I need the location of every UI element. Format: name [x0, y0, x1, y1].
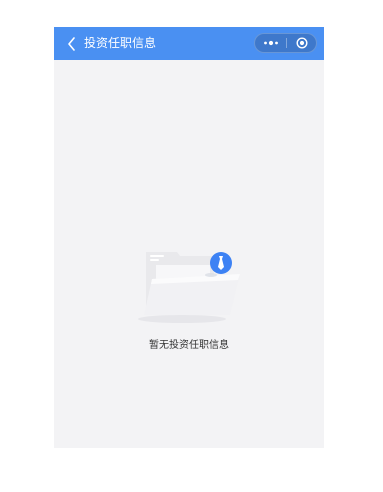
empty-state-message: 暂无投资任职信息 [149, 340, 229, 351]
close-button[interactable] [287, 34, 316, 52]
navigation-bar: 投资任职信息 [54, 27, 324, 60]
target-close-icon [295, 37, 308, 49]
empty-folder-with-tie-icon [138, 252, 240, 323]
chevron-left-icon [67, 36, 75, 51]
more-button[interactable] [255, 34, 286, 52]
back-button[interactable] [61, 33, 81, 54]
mini-program-page: 投资任职信息 暂无投资任职信息 [54, 27, 324, 448]
empty-folder-illustration [130, 247, 250, 327]
more-dots-icon [263, 40, 278, 46]
menu-capsule [254, 33, 317, 53]
page-title: 投资任职信息 [84, 36, 157, 50]
